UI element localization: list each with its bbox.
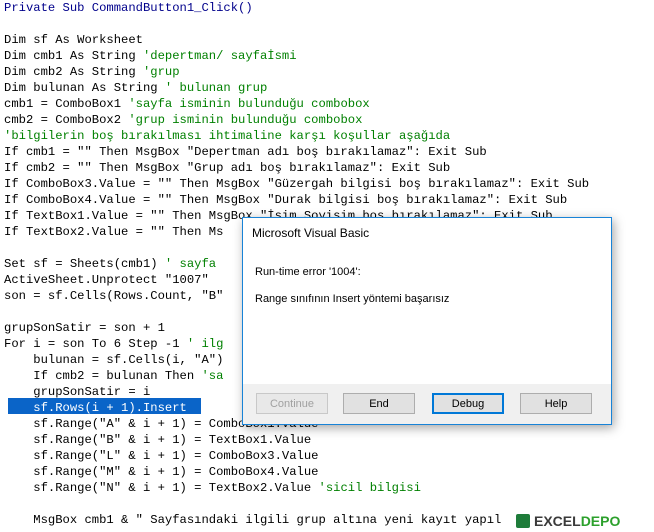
code-token: sf.Range("B" & i + 1) = TextBox1.Value <box>4 433 312 447</box>
code-line[interactable]: sf.Rows(i + 1).Insert <box>4 400 187 416</box>
continue-button[interactable]: Continue <box>256 393 328 414</box>
error-dialog: Microsoft Visual Basic Run-time error '1… <box>242 217 612 425</box>
code-comment: ' ilg <box>186 337 224 351</box>
code-token: cmb1 = ComboBox1 <box>4 97 129 111</box>
excel-logo-icon <box>516 514 530 528</box>
code-line[interactable]: MsgBox cmb1 & " Sayfasındaki ilgili grup… <box>4 512 501 528</box>
dialog-button-row: Continue End Debug Help <box>243 384 611 424</box>
watermark-text-excel: EXCEL <box>534 513 581 529</box>
code-keyword: Private Sub CommandButton1_Click() <box>4 1 253 15</box>
code-line[interactable]: Dim bulunan As String ' bulunan grup <box>4 80 267 96</box>
code-token: sf.Rows(i + 1).Insert <box>4 401 187 415</box>
end-button[interactable]: End <box>343 393 415 414</box>
help-button[interactable]: Help <box>520 393 592 414</box>
code-comment: 'bilgilerin boş bırakılması ihtimaline k… <box>4 129 451 143</box>
code-line[interactable]: grupSonSatir = i <box>4 384 150 400</box>
code-token: Dim sf As Worksheet <box>4 33 143 47</box>
code-line[interactable]: Set sf = Sheets(cmb1) ' sayfa <box>4 256 216 272</box>
code-line[interactable]: If TextBox2.Value = "" Then Ms <box>4 224 223 240</box>
code-line[interactable]: sf.Range("N" & i + 1) = TextBox2.Value '… <box>4 480 421 496</box>
code-token: For i = son To 6 Step -1 <box>4 337 187 351</box>
code-comment: 'sa <box>201 369 224 383</box>
code-token: bulunan = sf.Cells(i, "A") <box>4 353 224 367</box>
code-line[interactable]: If cmb1 = "" Then MsgBox "Depertman adı … <box>4 144 487 160</box>
code-line[interactable]: Dim cmb2 As String 'grup <box>4 64 180 80</box>
excel-depo-watermark: EXCELDEPO <box>514 510 654 532</box>
code-line[interactable]: 'bilgilerin boş bırakılması ihtimaline k… <box>4 128 450 144</box>
code-comment: 'sicil bilgisi <box>318 481 421 495</box>
code-line[interactable]: ActiveSheet.Unprotect "1007" <box>4 272 209 288</box>
code-token: grupSonSatir = i <box>4 385 151 399</box>
code-comment: 'depertman/ sayfaİsmi <box>142 49 297 63</box>
dialog-title: Microsoft Visual Basic <box>252 226 370 240</box>
error-code-text: Run-time error '1004': <box>255 266 361 278</box>
code-line[interactable]: sf.Range("M" & i + 1) = ComboBox4.Value <box>4 464 319 480</box>
code-comment: ' sayfa <box>164 257 217 271</box>
code-line[interactable]: If cmb2 = "" Then MsgBox "Grup adı boş b… <box>4 160 450 176</box>
code-token: If TextBox2.Value = "" Then Ms <box>4 225 224 239</box>
code-line[interactable]: If ComboBox4.Value = "" Then MsgBox "Dur… <box>4 192 567 208</box>
code-line[interactable]: sf.Range("B" & i + 1) = TextBox1.Value <box>4 432 311 448</box>
code-comment: 'grup <box>142 65 180 79</box>
code-line[interactable]: If cmb2 = bulunan Then 'sa <box>4 368 223 384</box>
dialog-titlebar[interactable]: Microsoft Visual Basic <box>243 218 611 248</box>
code-line[interactable]: If ComboBox3.Value = "" Then MsgBox "Güz… <box>4 176 589 192</box>
code-line[interactable]: grupSonSatir = son + 1 <box>4 320 165 336</box>
code-line[interactable]: cmb1 = ComboBox1 'sayfa isminin bulunduğ… <box>4 96 370 112</box>
code-token: If cmb2 = bulunan Then <box>4 369 202 383</box>
code-comment: 'grup isminin bulunduğu combobox <box>128 113 363 127</box>
code-token: Set sf = Sheets(cmb1) <box>4 257 165 271</box>
code-line[interactable]: son = sf.Cells(Rows.Count, "B" <box>4 288 223 304</box>
code-token: son = sf.Cells(Rows.Count, "B" <box>4 289 224 303</box>
code-token: ActiveSheet.Unprotect "1007" <box>4 273 209 287</box>
error-message-text: Range sınıfının Insert yöntemi başarısız <box>255 293 450 305</box>
code-comment: 'sayfa isminin bulunduğu combobox <box>128 97 370 111</box>
code-line[interactable]: bulunan = sf.Cells(i, "A") <box>4 352 223 368</box>
code-token: If cmb2 = "" Then MsgBox "Grup adı boş b… <box>4 161 451 175</box>
code-line[interactable]: Dim sf As Worksheet <box>4 32 143 48</box>
code-token: If cmb1 = "" Then MsgBox "Depertman adı … <box>4 145 487 159</box>
code-token: Dim cmb2 As String <box>4 65 143 79</box>
code-token: Dim bulunan As String <box>4 81 165 95</box>
code-line[interactable]: cmb2 = ComboBox2 'grup isminin bulunduğu… <box>4 112 362 128</box>
debug-button[interactable]: Debug <box>432 393 504 414</box>
code-token: sf.Range("L" & i + 1) = ComboBox3.Value <box>4 449 319 463</box>
code-token: sf.Range("N" & i + 1) = TextBox2.Value <box>4 481 319 495</box>
code-line[interactable]: sf.Range("L" & i + 1) = ComboBox3.Value <box>4 448 319 464</box>
watermark-text-depo: DEPO <box>580 513 621 529</box>
code-token: MsgBox cmb1 & " Sayfasındaki ilgili grup… <box>4 513 502 527</box>
code-token: Dim cmb1 As String <box>4 49 143 63</box>
code-token: If ComboBox3.Value = "" Then MsgBox "Güz… <box>4 177 590 191</box>
code-token: cmb2 = ComboBox2 <box>4 113 129 127</box>
code-token: If ComboBox4.Value = "" Then MsgBox "Dur… <box>4 193 568 207</box>
code-token: sf.Range("M" & i + 1) = ComboBox4.Value <box>4 465 319 479</box>
dialog-body: Run-time error '1004': Range sınıfının I… <box>243 248 611 384</box>
code-line[interactable]: Private Sub CommandButton1_Click() <box>4 0 253 16</box>
code-line[interactable]: Dim cmb1 As String 'depertman/ sayfaİsmi <box>4 48 297 64</box>
code-token: grupSonSatir = son + 1 <box>4 321 165 335</box>
code-comment: ' bulunan grup <box>164 81 268 95</box>
